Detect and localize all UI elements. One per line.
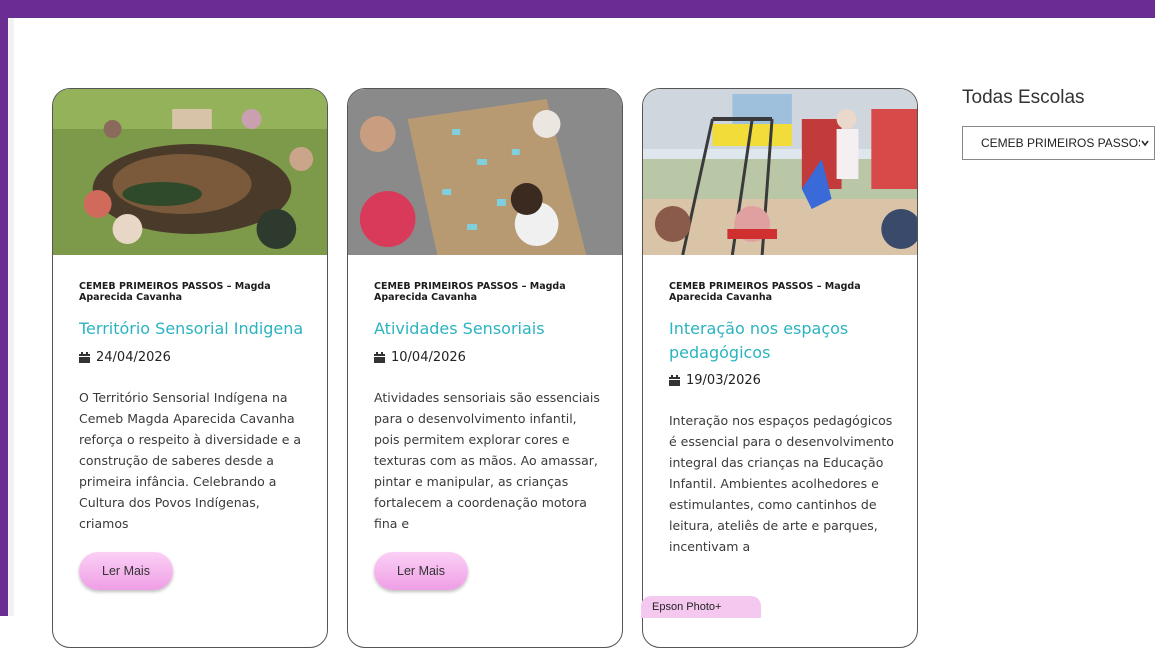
window-frame-left [0, 0, 8, 616]
calendar-icon [79, 352, 90, 363]
card-school-name: CEMEB PRIMEIROS PASSOS – Magda Aparecida… [79, 281, 271, 303]
news-card: CEMEB PRIMEIROS PASSOS – Magda Aparecida… [52, 88, 328, 648]
calendar-icon [669, 375, 680, 386]
card-title[interactable]: Território Sensorial Indigena [79, 317, 319, 341]
card-title[interactable]: Atividades Sensoriais [374, 317, 614, 341]
school-filter-select[interactable]: CEMEB PRIMEIROS PASSOS [962, 126, 1155, 160]
chevron-down-icon [1140, 138, 1150, 148]
card-photo[interactable] [348, 89, 622, 255]
read-more-button[interactable]: Ler Mais [79, 552, 173, 590]
card-photo[interactable] [53, 89, 327, 255]
card-photo[interactable] [643, 89, 917, 255]
read-more-button[interactable]: Ler Mais [374, 552, 468, 590]
calendar-icon [374, 352, 385, 363]
epson-photo-taskbar-button[interactable]: Epson Photo+ [641, 596, 761, 618]
card-date-row: 19/03/2026 [669, 373, 761, 388]
school-filter-title: Todas Escolas [962, 87, 1085, 108]
card-date: 24/04/2026 [96, 350, 171, 365]
card-school-name: CEMEB PRIMEIROS PASSOS – Magda Aparecida… [669, 281, 861, 303]
page-left-edge [8, 18, 14, 616]
card-date: 10/04/2026 [391, 350, 466, 365]
card-school-name: CEMEB PRIMEIROS PASSOS – Magda Aparecida… [374, 281, 566, 303]
card-excerpt: O Território Sensorial Indígena na Cemeb… [79, 390, 302, 531]
window-frame-top [0, 0, 1155, 18]
news-card: CEMEB PRIMEIROS PASSOS – Magda Aparecida… [642, 88, 918, 648]
card-excerpt: Atividades sensoriais são essenciais par… [374, 390, 600, 531]
card-date-row: 24/04/2026 [79, 350, 171, 365]
news-card: CEMEB PRIMEIROS PASSOS – Magda Aparecida… [347, 88, 623, 648]
card-title[interactable]: Interação nos espaços pedagógicos [669, 317, 909, 365]
card-date-row: 10/04/2026 [374, 350, 466, 365]
card-excerpt: Interação nos espaços pedagógicos é esse… [669, 413, 894, 554]
school-filter-value: CEMEB PRIMEIROS PASSOS [981, 136, 1147, 150]
card-date: 19/03/2026 [686, 373, 761, 388]
